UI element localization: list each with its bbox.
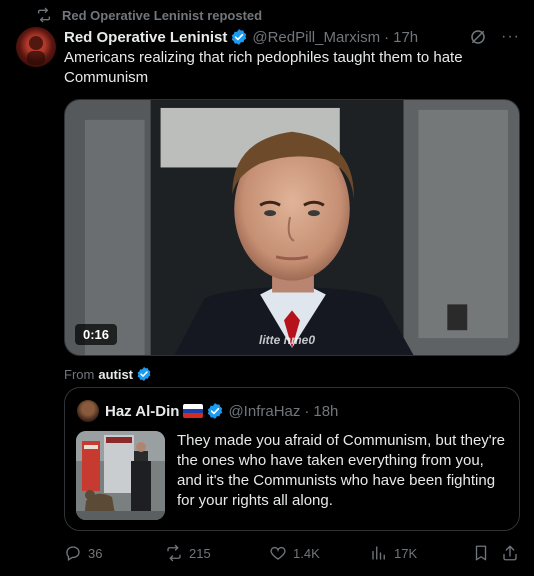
quote-avatar[interactable] xyxy=(77,400,99,422)
more-options-icon[interactable]: ··· xyxy=(501,28,520,46)
views-count: 17K xyxy=(394,545,418,561)
repost-icon xyxy=(38,7,50,23)
repost-label: Red Operative Leninist reposted xyxy=(62,7,263,23)
russia-flag-icon xyxy=(183,404,204,418)
author-avatar[interactable] xyxy=(16,27,56,67)
separator-dot: · xyxy=(384,28,390,46)
quote-timestamp[interactable]: 18h xyxy=(313,403,338,420)
quote-header: Haz Al-Din @InfraHaz · 18h xyxy=(77,400,338,422)
like-count: 1.4K xyxy=(293,545,320,561)
verified-badge-icon xyxy=(137,367,151,381)
quote-author-name[interactable]: Haz Al-Din xyxy=(105,403,179,420)
repost-count: 215 xyxy=(189,545,211,561)
reply-icon xyxy=(66,546,80,561)
like-button[interactable]: 1.4K xyxy=(269,544,320,562)
quoted-tweet[interactable]: Haz Al-Din @InfraHaz · 18h They made you… xyxy=(64,387,520,531)
grok-icon[interactable] xyxy=(469,28,487,46)
repost-indicator[interactable]: Red Operative Leninist reposted xyxy=(36,6,262,24)
from-prefix: From xyxy=(64,366,95,382)
bookmark-button[interactable] xyxy=(472,544,490,562)
video-duration: 0:16 xyxy=(75,324,118,345)
quote-source[interactable]: From autist xyxy=(64,366,152,382)
quote-author-handle[interactable]: @InfraHaz xyxy=(228,403,300,420)
verified-badge-icon[interactable] xyxy=(206,402,224,420)
author-name[interactable]: Red Operative Leninist xyxy=(64,29,227,46)
reply-button[interactable]: 36 xyxy=(64,544,102,562)
video-watermark: litte​ nme0 xyxy=(259,333,316,347)
share-button[interactable] xyxy=(501,544,519,562)
share-icon xyxy=(503,545,517,561)
quote-media-thumbnail[interactable] xyxy=(76,431,165,520)
tweet-header: Red Operative Leninist @RedPill_Marxism … xyxy=(64,26,520,48)
video-player[interactable]: litte​ nme0 0:16 xyxy=(64,99,520,356)
reply-count: 36 xyxy=(88,545,103,561)
tweet-text: Americans realizing that rich pedophiles… xyxy=(64,49,463,86)
from-author[interactable]: autist xyxy=(98,367,133,382)
video-frame xyxy=(65,100,519,355)
views-button[interactable]: 17K xyxy=(370,544,417,562)
heart-icon xyxy=(270,546,286,560)
verified-badge-icon[interactable] xyxy=(230,28,248,46)
tweet-actions: 36 215 1.4K 17K xyxy=(64,543,520,563)
author-handle[interactable]: @RedPill_Marxism xyxy=(252,29,380,46)
quote-text: They made you afraid of Communism, but t… xyxy=(177,432,506,509)
bookmark-icon xyxy=(475,545,487,561)
repost-button[interactable]: 215 xyxy=(165,544,211,562)
tweet-timestamp[interactable]: 17h xyxy=(393,29,418,46)
repost-icon xyxy=(167,544,181,562)
analytics-icon xyxy=(372,546,385,560)
separator-dot: · xyxy=(304,402,310,420)
